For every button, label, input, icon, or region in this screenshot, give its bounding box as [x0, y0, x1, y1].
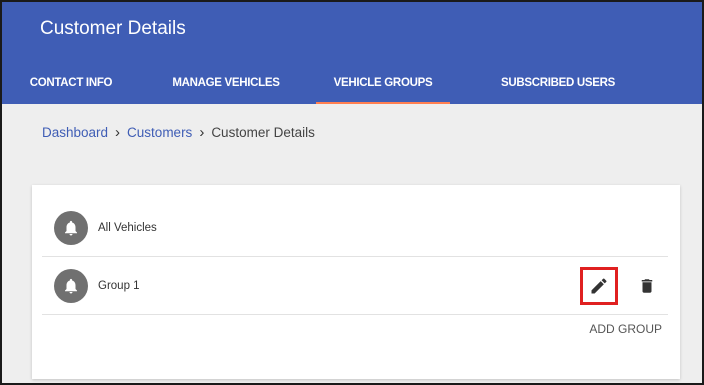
tab-subscribed-users[interactable]: SUBSCRIBED USERS: [488, 70, 628, 104]
vehicle-groups-card: All Vehicles Group 1 ADD GROUP: [32, 185, 680, 379]
tab-label: SUBSCRIBED USERS: [500, 77, 616, 89]
delete-group-button[interactable]: [636, 275, 658, 297]
breadcrumb-separator: ›: [199, 124, 205, 141]
breadcrumb-customers[interactable]: Customers: [127, 125, 192, 140]
app-window: Customer Details CONTACT INFO MANAGE VEH…: [0, 0, 704, 385]
page-title: Customer Details: [40, 18, 186, 39]
tab-label: CONTACT INFO: [29, 77, 113, 89]
bell-icon: [54, 210, 88, 245]
add-group-button[interactable]: ADD GROUP: [589, 322, 662, 336]
breadcrumb-separator: ›: [115, 124, 121, 141]
row-actions: [580, 257, 668, 315]
tab-bar: CONTACT INFO MANAGE VEHICLES VEHICLE GRO…: [2, 70, 702, 104]
tab-contact-info[interactable]: CONTACT INFO: [14, 70, 128, 104]
tab-manage-vehicles[interactable]: MANAGE VEHICLES: [162, 70, 290, 104]
breadcrumb-dashboard[interactable]: Dashboard: [42, 125, 108, 140]
edit-icon: [591, 278, 607, 294]
edit-group-button[interactable]: [580, 267, 618, 305]
group-row-group-1[interactable]: Group 1: [42, 257, 668, 315]
group-name: Group 1: [98, 279, 140, 292]
tab-label: VEHICLE GROUPS: [333, 77, 433, 89]
tab-vehicle-groups[interactable]: VEHICLE GROUPS: [316, 70, 450, 104]
group-name: All Vehicles: [98, 221, 157, 234]
group-row-all-vehicles[interactable]: All Vehicles: [42, 199, 668, 257]
app-header: Customer Details CONTACT INFO MANAGE VEH…: [2, 2, 702, 104]
breadcrumb: Dashboard › Customers › Customer Details: [42, 124, 315, 141]
tab-label: MANAGE VEHICLES: [172, 77, 280, 89]
bell-icon: [54, 268, 88, 303]
breadcrumb-current: Customer Details: [211, 125, 315, 140]
delete-icon: [641, 279, 653, 293]
